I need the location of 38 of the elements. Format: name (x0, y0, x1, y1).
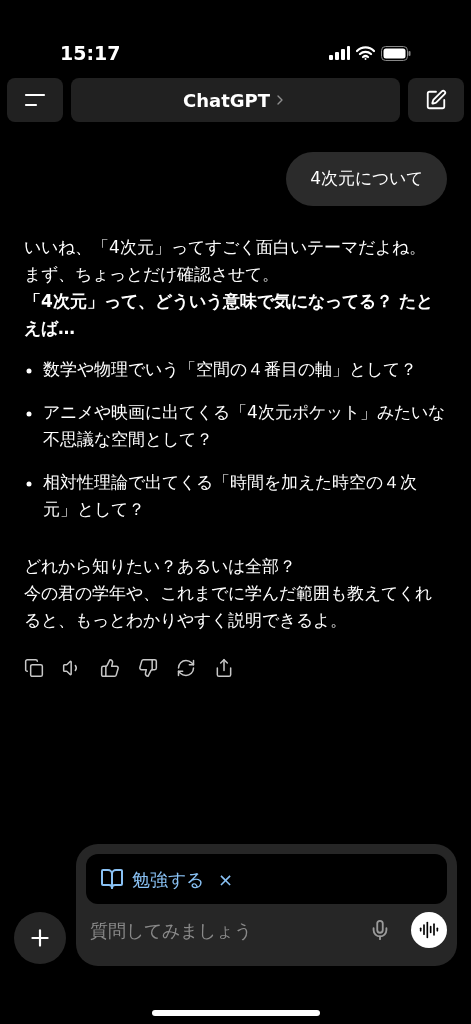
menu-button[interactable] (7, 78, 63, 122)
bullet-text: 数学や物理でいう「空間の４番目の軸」として？ (43, 358, 417, 381)
edit-icon (425, 89, 447, 111)
reply-closing: 今の君の学年や、これまでに学んだ範囲も教えてくれると、もっとわかりやすく説明できるよ。 (24, 582, 433, 632)
copy-button[interactable] (24, 658, 44, 678)
refresh-button[interactable] (176, 658, 196, 678)
bullet-icon (26, 481, 32, 487)
bullet-text: アニメや映画に出てくる「4次元ポケット」みたいな不思議な空間として？ (43, 401, 446, 451)
status-time: 15:17 (60, 40, 121, 66)
model-selector[interactable]: ChatGPT (71, 78, 400, 122)
thumbs-down-button[interactable] (138, 658, 158, 678)
user-message-bubble: 4次元について (286, 152, 447, 206)
thumbs-down-icon (138, 658, 158, 678)
bullet-text: 相対性理論で出てくる「時間を加えた時空の４次元」として？ (43, 471, 418, 521)
new-chat-button[interactable] (408, 78, 464, 122)
reply-paragraph: 「4次元」って、どういう意味で気になってる？ たとえば… (24, 290, 434, 340)
battery-icon (381, 45, 411, 61)
thumbs-up-icon (100, 658, 120, 678)
message-input[interactable]: 質問してみましょう (90, 916, 369, 944)
share-button[interactable] (214, 658, 234, 678)
signal-icon (329, 46, 350, 60)
thumbs-up-button[interactable] (100, 658, 120, 678)
bullet-icon (26, 411, 32, 417)
menu-icon (24, 93, 46, 107)
refresh-icon (176, 658, 196, 678)
share-icon (214, 658, 234, 678)
wifi-icon (356, 46, 375, 60)
voice-waveform-icon (419, 920, 439, 940)
tool-label: 勉強する (132, 867, 204, 892)
reply-paragraph: まず、ちょっとだけ確認させて。 (24, 263, 280, 286)
bullet-icon (26, 368, 32, 374)
reply-closing: どれから知りたい？あるいは全部？ (24, 555, 297, 578)
reply-paragraph: いいね、「4次元」ってすごく面白いテーマだよね。 (24, 236, 427, 259)
remove-tool-button[interactable]: × (218, 865, 234, 893)
voice-button[interactable] (411, 912, 447, 948)
add-button[interactable] (14, 912, 66, 964)
book-icon (100, 867, 124, 891)
copy-icon (24, 658, 44, 678)
